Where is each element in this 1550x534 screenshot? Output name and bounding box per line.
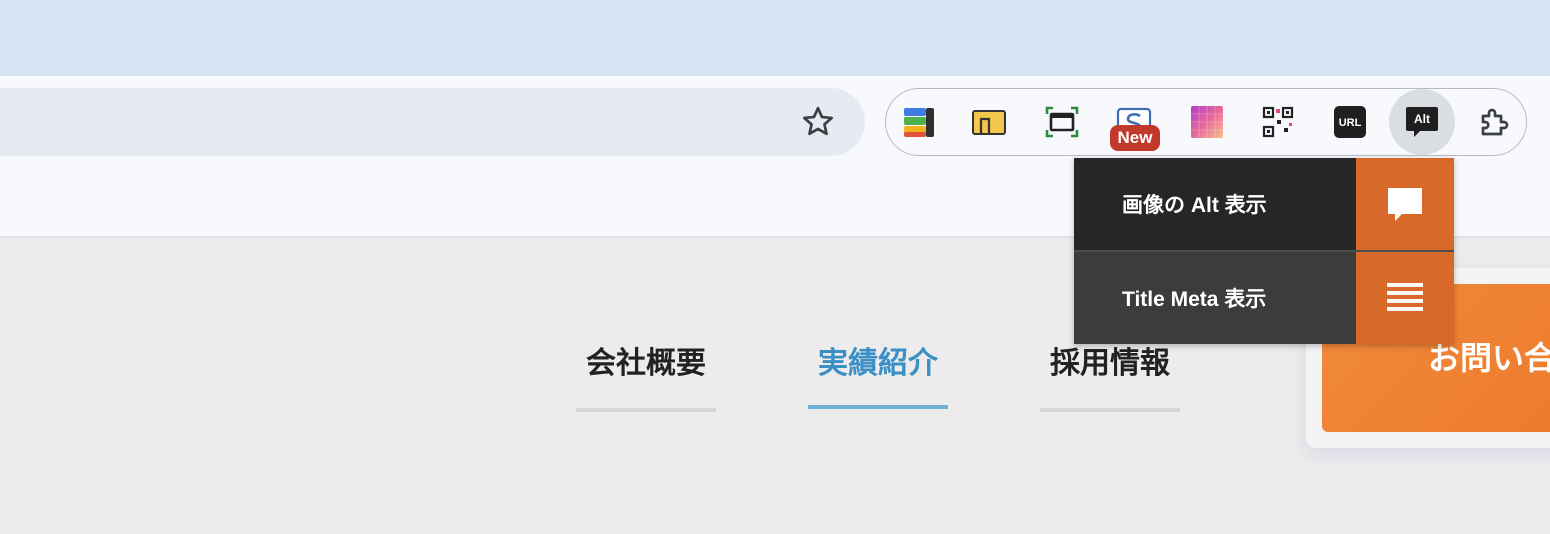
alt-icon-label: Alt [1414, 112, 1430, 126]
nav-underline-active [808, 405, 948, 409]
nav-item-label: 会社概要 [586, 346, 706, 381]
gradient-squares-icon[interactable] [1188, 103, 1226, 141]
new-badge: New [1110, 125, 1160, 151]
nav-item-company[interactable]: 会社概要 [576, 338, 716, 412]
url-icon-label: URL [1339, 117, 1362, 129]
popup-item-title-meta[interactable]: Title Meta 表示 [1074, 250, 1454, 344]
nav-underline [1040, 408, 1180, 412]
alt-extension-popup: 画像の Alt 表示 Title Meta 表示 [1074, 158, 1454, 344]
nav-underline [576, 408, 716, 412]
window-frame-icon[interactable] [1043, 103, 1081, 141]
extension-toolbar: New URL Alt [885, 88, 1527, 156]
popup-item-label: Title Meta 表示 [1074, 252, 1356, 344]
url-icon[interactable]: URL [1331, 103, 1369, 141]
popup-item-alt[interactable]: 画像の Alt 表示 [1074, 158, 1454, 250]
speech-bubble-icon [1356, 158, 1454, 250]
tab-strip [0, 0, 1550, 76]
yellow-folder-icon[interactable] [970, 103, 1008, 141]
nav-item-works[interactable]: 実績紹介 [808, 338, 948, 409]
nav-item-recruit[interactable]: 採用情報 [1040, 338, 1180, 412]
puzzle-icon[interactable] [1476, 103, 1514, 141]
address-bar[interactable] [0, 88, 865, 156]
alt-speech-icon[interactable]: Alt [1403, 103, 1441, 141]
star-outline-icon[interactable] [800, 104, 836, 140]
lines-icon [1356, 252, 1454, 344]
nav-item-label: 実績紹介 [818, 346, 938, 381]
qr-code-icon[interactable] [1259, 103, 1297, 141]
popup-item-label: 画像の Alt 表示 [1074, 158, 1356, 250]
nav-item-label: 採用情報 [1050, 346, 1170, 381]
stacked-colors-icon[interactable] [900, 103, 938, 141]
